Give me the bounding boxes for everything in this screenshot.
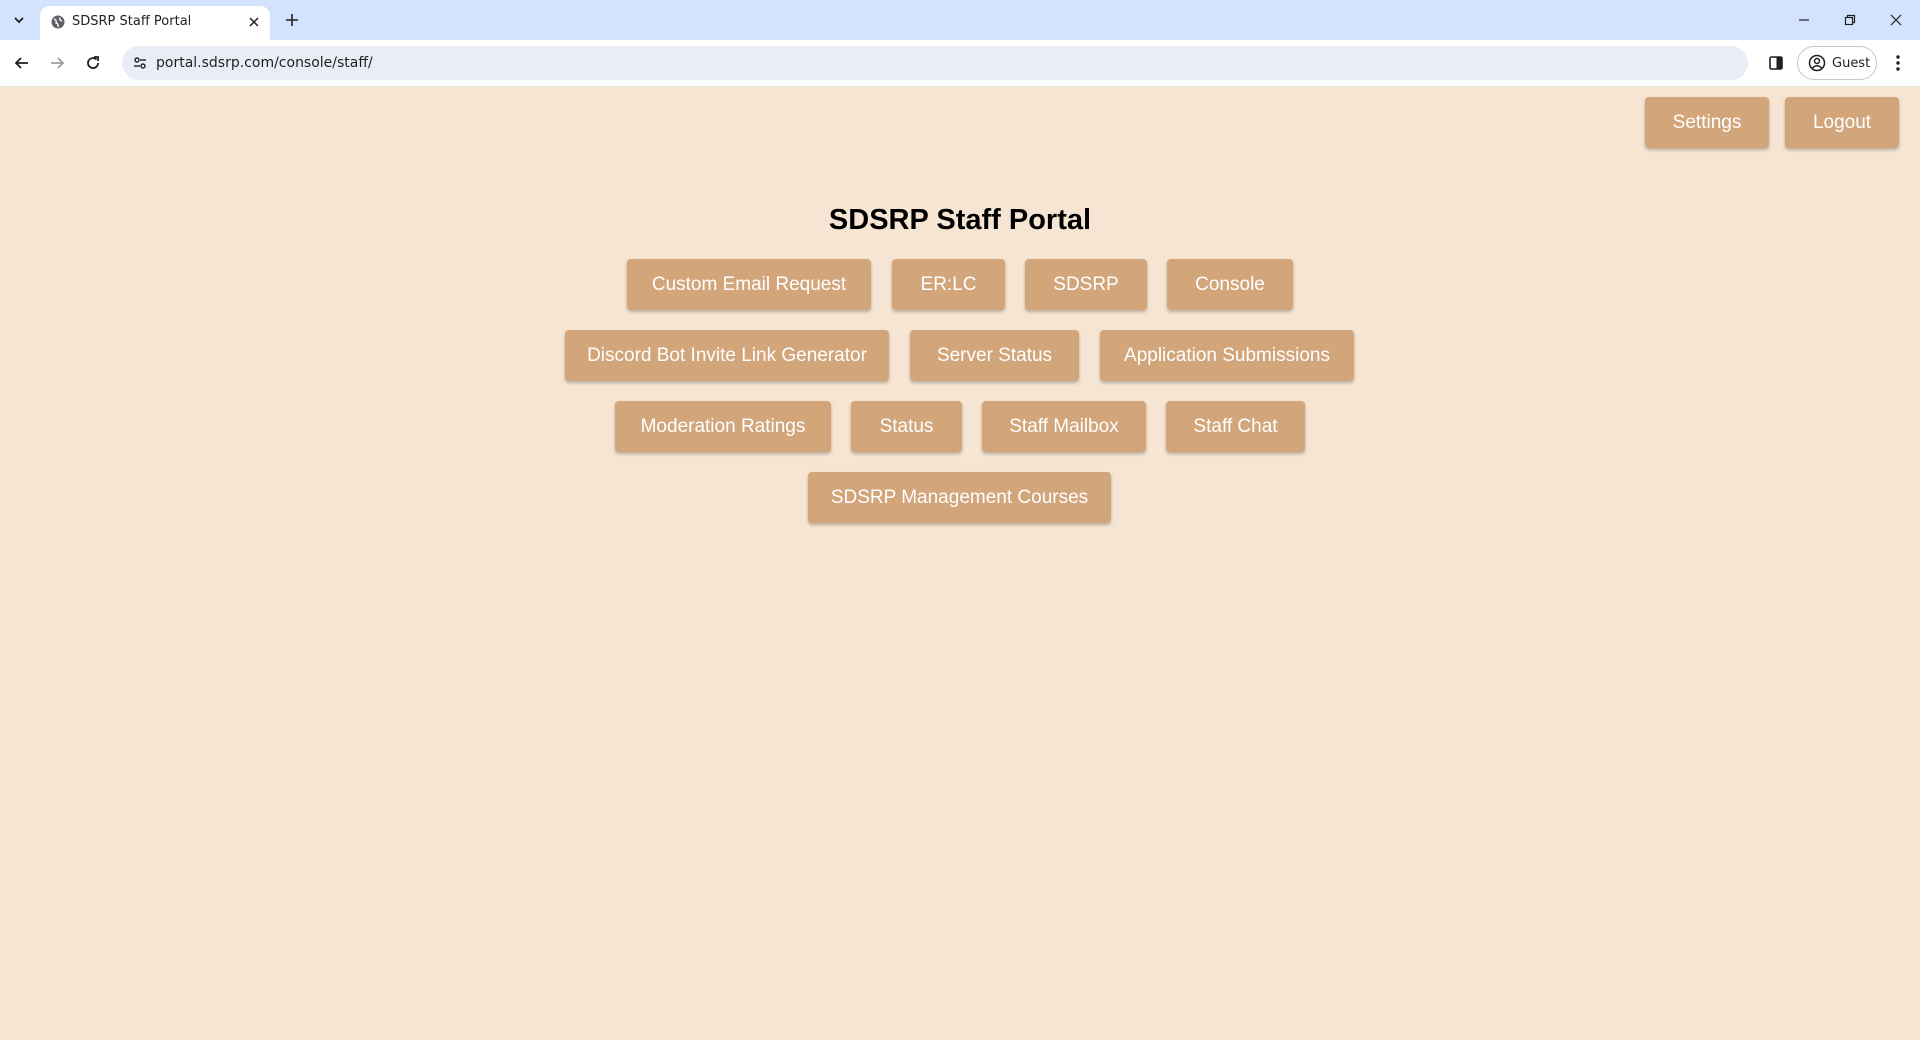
plus-icon [286, 14, 298, 26]
restore-button[interactable] [1827, 0, 1873, 40]
sdsrp-button[interactable]: SDSRP [1025, 259, 1147, 310]
status-button[interactable]: Status [851, 401, 962, 452]
site-info-button[interactable] [128, 51, 152, 75]
back-button[interactable] [8, 49, 36, 77]
close-icon [1890, 14, 1902, 26]
minimize-icon [1799, 19, 1809, 21]
more-vert-icon [1896, 55, 1900, 71]
profile-label: Guest [1832, 55, 1871, 71]
forward-button[interactable] [43, 49, 71, 77]
logout-button[interactable]: Logout [1785, 97, 1899, 148]
account-circle-icon [1808, 54, 1826, 72]
browser-tabstrip: SDSRP Staff Portal [0, 0, 1920, 40]
address-bar[interactable]: portal.sdsrp.com/console/staff/ [122, 46, 1748, 80]
application-submissions-button[interactable]: Application Submissions [1100, 330, 1354, 381]
tab-close-button[interactable] [244, 12, 264, 32]
globe-icon [51, 15, 65, 29]
moderation-ratings-button[interactable]: Moderation Ratings [615, 401, 831, 452]
erlc-button[interactable]: ER:LC [892, 259, 1005, 310]
minimize-button[interactable] [1781, 0, 1827, 40]
browser-tab-active[interactable]: SDSRP Staff Portal [40, 6, 270, 40]
arrow-right-icon [51, 57, 65, 69]
tune-icon [134, 57, 146, 69]
arrow-left-icon [14, 57, 28, 69]
staff-portal-page: Settings Logout SDSRP Staff Portal Custo… [0, 86, 1920, 1040]
side-panel-button[interactable] [1762, 49, 1790, 77]
close-window-button[interactable] [1873, 0, 1919, 40]
reload-button[interactable] [79, 49, 107, 77]
new-tab-button[interactable] [280, 8, 304, 32]
staff-chat-button[interactable]: Staff Chat [1166, 401, 1305, 452]
tab-search-button[interactable] [6, 7, 32, 33]
page-title: SDSRP Staff Portal [828, 204, 1092, 236]
browser-toolbar: portal.sdsrp.com/console/staff/ Guest [0, 40, 1920, 87]
tab-title: SDSRP Staff Portal [72, 14, 192, 29]
profile-button[interactable]: Guest [1797, 46, 1877, 80]
chevron-down-icon [14, 17, 24, 24]
browser-menu-button[interactable] [1884, 49, 1912, 77]
discord-bot-invite-link-generator-button[interactable]: Discord Bot Invite Link Generator [565, 330, 889, 381]
settings-button[interactable]: Settings [1645, 97, 1769, 148]
custom-email-request-button[interactable]: Custom Email Request [627, 259, 871, 310]
console-button[interactable]: Console [1167, 259, 1293, 310]
restore-icon [1844, 14, 1856, 26]
url-text: portal.sdsrp.com/console/staff/ [156, 55, 373, 71]
reload-icon [87, 56, 99, 69]
close-icon [249, 17, 259, 27]
server-status-button[interactable]: Server Status [910, 330, 1079, 381]
staff-mailbox-button[interactable]: Staff Mailbox [982, 401, 1146, 452]
side-panel-icon [1769, 56, 1783, 70]
sdsrp-management-courses-button[interactable]: SDSRP Management Courses [808, 472, 1111, 523]
